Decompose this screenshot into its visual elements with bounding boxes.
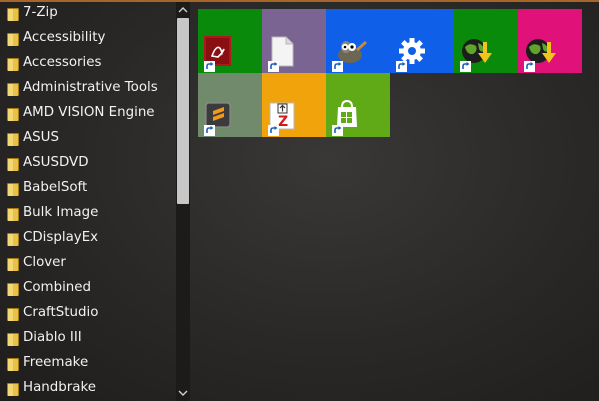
scroll-up-button[interactable] [176,2,190,18]
folder-label: ASUSDVD [23,155,89,170]
folder-item-diablo-iii[interactable]: Diablo III [0,327,176,351]
tile-store[interactable] [326,73,390,137]
folder-item-asus[interactable]: ASUS [0,127,176,151]
folder-icon [7,33,19,46]
folder-label: AMD VISION Engine [23,105,155,120]
folder-label: Clover [23,255,66,270]
folder-label: Combined [23,280,92,295]
folder-label: Accessories [23,55,102,70]
folder-label: Diablo III [23,330,82,345]
folder-label: 7-Zip [23,5,58,20]
document-icon [262,9,326,73]
folder-item-craftstudio[interactable]: CraftStudio [0,302,176,326]
folder-item-administrative-tools[interactable]: Administrative Tools [0,77,176,101]
folder-label: Bulk Image [23,205,99,220]
scroll-thumb[interactable] [177,18,189,204]
folder-label: CraftStudio [23,305,99,320]
folder-label: BabelSoft [23,180,88,195]
folder-label: Handbrake [23,380,96,395]
tile-globe-download-2[interactable] [518,9,582,73]
folder-item-combined[interactable]: Combined [0,277,176,301]
chevron-down-icon [178,390,188,396]
folder-icon [7,358,19,371]
folder-icon [7,308,19,321]
folder-label: Administrative Tools [23,80,158,95]
folder-item-bulk-image[interactable]: Bulk Image [0,202,176,226]
folder-icon [7,258,19,271]
sublime-text-icon [198,73,262,137]
folder-icon [7,233,19,246]
folder-icon [7,58,19,71]
folder-icon [7,208,19,221]
globe-download-icon [454,9,518,73]
folder-icon [7,333,19,346]
folder-label: CDisplayEx [23,230,99,245]
folder-item-freemake[interactable]: Freemake [0,352,176,376]
zip-archive-icon: Z [262,73,326,137]
folder-item-clover[interactable]: Clover [0,252,176,276]
folder-item-asusdvd[interactable]: ASUSDVD [0,152,176,176]
folder-item-accessories[interactable]: Accessories [0,52,176,76]
apps-folder-list: 7-Zip Accessibility Accessories Administ… [0,2,176,401]
svg-text:Z: Z [278,114,288,130]
folder-item-babelsoft[interactable]: BabelSoft [0,177,176,201]
tile-globe-download-1[interactable] [454,9,518,73]
acrobat-reader-icon [198,9,262,73]
folder-item-cdisplayex[interactable]: CDisplayEx [0,227,176,251]
folder-label: ASUS [23,130,59,145]
folder-icon [7,133,19,146]
folder-item-amd-vision-engine[interactable]: AMD VISION Engine [0,102,176,126]
settings-gear-icon [390,9,454,73]
gimp-icon [326,9,390,73]
folder-label: Freemake [23,355,89,370]
globe-download-icon [518,9,582,73]
chevron-up-icon [178,7,188,13]
folder-icon [7,83,19,96]
tile-document[interactable] [262,9,326,73]
folder-icon [7,383,19,396]
tile-zip-archive[interactable]: Z [262,73,326,137]
list-scrollbar[interactable] [176,2,190,401]
folder-icon [7,108,19,121]
folder-item-7zip[interactable]: 7-Zip [0,2,176,26]
folder-icon [7,8,19,21]
folder-label: Accessibility [23,30,106,45]
folder-icon [7,283,19,296]
store-bag-icon [326,73,390,137]
folder-icon [7,158,19,171]
folder-item-accessibility[interactable]: Accessibility [0,27,176,51]
tile-sublime-text[interactable] [198,73,262,137]
scroll-down-button[interactable] [176,385,190,401]
tile-acrobat-reader[interactable] [198,9,262,73]
tile-settings[interactable] [390,9,454,73]
folder-item-handbrake[interactable]: Handbrake [0,377,176,401]
folder-icon [7,183,19,196]
tile-gimp[interactable] [326,9,390,73]
